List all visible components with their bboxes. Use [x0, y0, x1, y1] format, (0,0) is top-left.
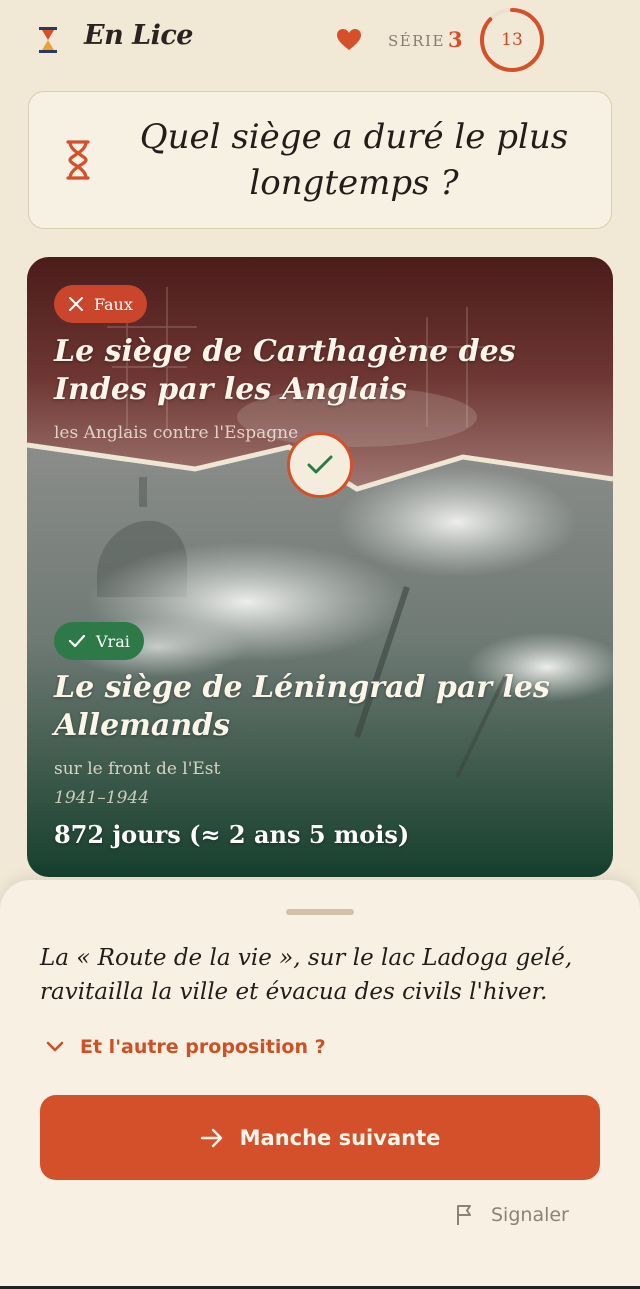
option-b-subtitle: sur le front de l'Est	[54, 759, 221, 779]
hourglass-icon	[66, 140, 90, 180]
next-round-button[interactable]: Manche suivante	[40, 1095, 600, 1180]
right-badge: Vrai	[54, 622, 144, 660]
report-label: Signaler	[491, 1204, 569, 1226]
next-round-label: Manche suivante	[239, 1125, 441, 1150]
option-b-duration: 872 jours (≈ 2 ans 5 mois)	[54, 820, 410, 849]
report-link[interactable]: Signaler	[455, 1200, 569, 1230]
fun-fact-text: La « Route de la vie », sur le lac Ladog…	[40, 945, 573, 1005]
other-option-label: Et l'autre proposition ?	[80, 1036, 326, 1058]
arrow-right-icon	[200, 1128, 222, 1147]
other-option-toggle[interactable]: Et l'autre proposition ?	[46, 1032, 326, 1062]
top-bar: En Lice SÉRIE 3 13	[0, 0, 640, 82]
check-icon	[307, 455, 333, 474]
wrong-badge-label: Faux	[94, 294, 133, 314]
option-a-title: Le siège de Carthagène des Indes par les…	[54, 334, 516, 407]
chevron-down-icon	[46, 1041, 64, 1052]
option-a-subtitle: les Anglais contre l'Espagne	[54, 423, 299, 443]
option-b-years: 1941–1944	[54, 788, 150, 808]
option-b-title: Le siège de Léningrad par les Allemands	[54, 670, 550, 743]
check-icon	[68, 634, 86, 648]
question-text: Quel siège a duré le plus longtemps ?	[139, 117, 569, 203]
sheet-drag-handle[interactable]	[286, 909, 354, 915]
answer-duel-card[interactable]: Faux Le siège de Carthagène des Indes pa…	[27, 257, 613, 877]
app-title: En Lice	[84, 20, 193, 51]
heart-icon	[337, 29, 361, 50]
question-card: Quel siège a duré le plus longtemps ?	[28, 91, 612, 229]
countdown-timer: 13	[479, 7, 545, 73]
correct-answer-marker	[287, 432, 353, 498]
series-label: SÉRIE	[388, 32, 445, 50]
timer-value: 13	[501, 30, 523, 50]
right-badge-label: Vrai	[96, 631, 130, 651]
flag-icon	[457, 1205, 471, 1225]
series-count: 3	[448, 27, 463, 52]
wrong-badge: Faux	[54, 285, 147, 323]
hourglass-logo-icon	[39, 27, 57, 53]
close-icon	[69, 297, 83, 311]
result-bottom-sheet: La « Route de la vie », sur le lac Ladog…	[0, 880, 640, 1289]
